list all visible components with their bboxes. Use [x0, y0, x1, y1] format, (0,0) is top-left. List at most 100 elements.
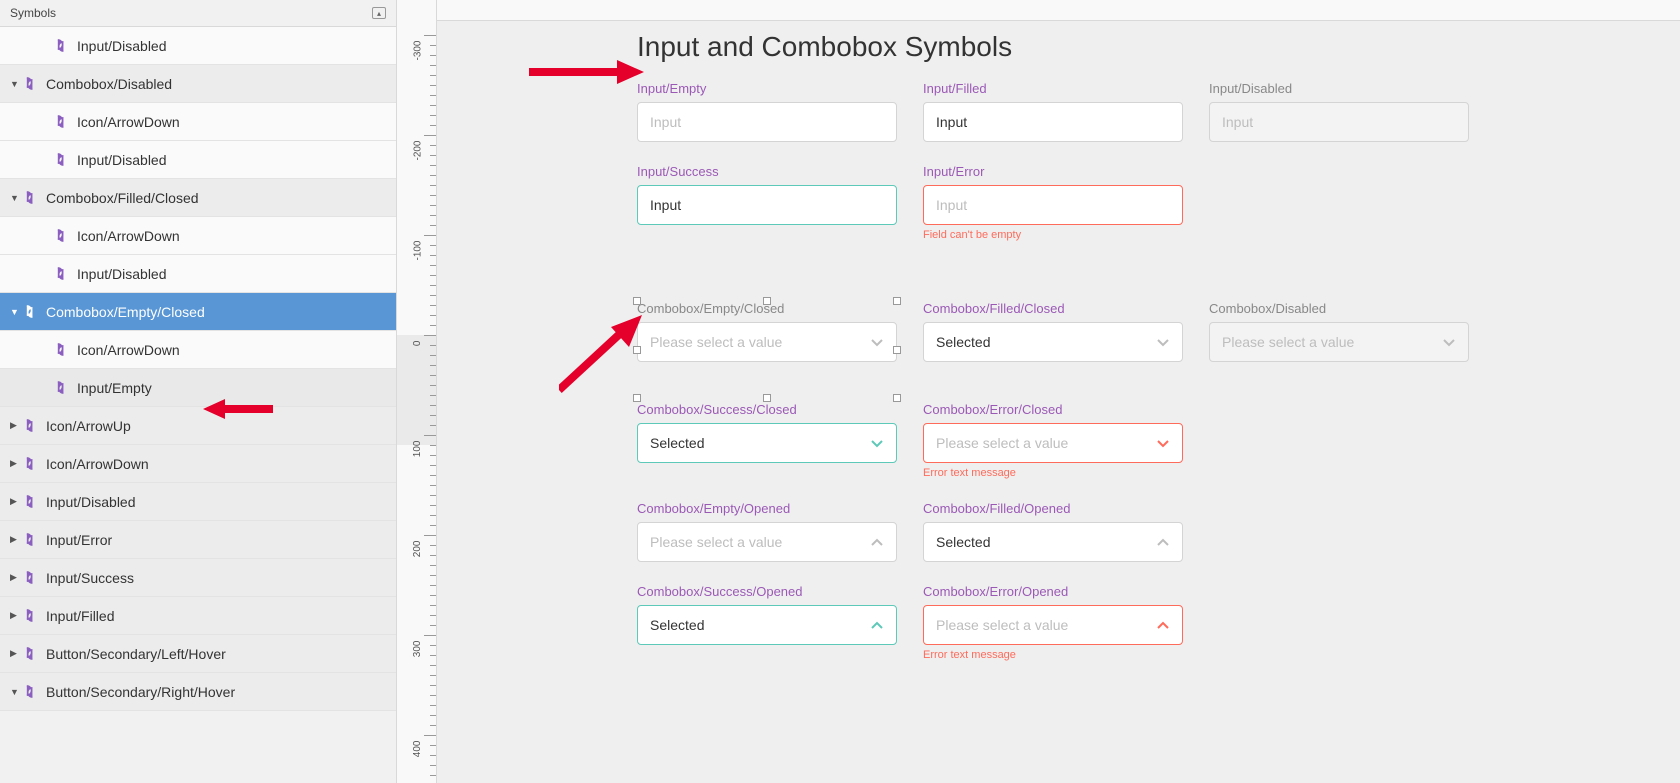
selection-handle[interactable]: [763, 394, 771, 402]
symbol-label: Combobox/Filled/Closed: [923, 301, 1183, 316]
ruler-tick-label: 0: [413, 341, 424, 347]
disclosure-caret-icon[interactable]: ▼: [10, 79, 24, 89]
layer-row[interactable]: ▶Input/Filled: [0, 597, 396, 635]
ruler-tick-label: -200: [413, 141, 424, 161]
combobox-error-opened[interactable]: Please select a value: [923, 605, 1183, 645]
chevron-down-icon: [1156, 436, 1170, 450]
disclosure-caret-icon[interactable]: ▶: [10, 458, 24, 469]
symbol-icon: [24, 494, 46, 509]
layer-row[interactable]: ▶Icon/ArrowDown: [0, 445, 396, 483]
layer-label: Input/Disabled: [77, 266, 167, 282]
selection-handle[interactable]: [633, 297, 641, 305]
layer-label: Button/Secondary/Right/Hover: [46, 684, 235, 700]
canvas[interactable]: Input and Combobox Symbols Input/Empty I…: [437, 0, 1680, 783]
combobox-filled-closed[interactable]: Selected: [923, 322, 1183, 362]
layer-label: Icon/ArrowUp: [46, 418, 131, 434]
layer-row[interactable]: ▶ Input/Success: [0, 559, 396, 597]
combobox-empty-closed[interactable]: Please select a value: [637, 322, 897, 362]
annotation-arrow-icon: [529, 52, 644, 92]
input-success[interactable]: Input: [637, 185, 897, 225]
symbol-icon: [55, 342, 77, 357]
layer-label: Input/Disabled: [46, 494, 136, 510]
combobox-error-closed[interactable]: Please select a value: [923, 423, 1183, 463]
layer-label: Input/Success: [46, 570, 134, 586]
disclosure-caret-icon[interactable]: ▶: [10, 420, 24, 431]
horizontal-ruler: [437, 0, 1680, 21]
symbol-label: Input/Success: [637, 164, 897, 179]
layer-row[interactable]: ▶ Icon/ArrowUp: [0, 407, 396, 445]
layer-row[interactable]: ▶ Input/Error: [0, 521, 396, 559]
layer-row[interactable]: Icon/ArrowDown: [0, 331, 396, 369]
layer-label: Input/Empty: [77, 380, 152, 396]
layer-row[interactable]: Input/Disabled: [0, 255, 396, 293]
combobox-empty-opened[interactable]: Please select a value: [637, 522, 897, 562]
chevron-down-icon: [870, 335, 884, 349]
selection-handle[interactable]: [893, 346, 901, 354]
combobox-success-opened[interactable]: Selected: [637, 605, 897, 645]
symbol-label: Combobox/Filled/Opened: [923, 501, 1183, 516]
disclosure-caret-icon[interactable]: ▶: [10, 496, 24, 507]
layer-row[interactable]: ▼Combobox/Filled/Closed: [0, 179, 396, 217]
selection-handle[interactable]: [893, 297, 901, 305]
layer-row[interactable]: Input/Disabled: [0, 141, 396, 179]
symbol-icon: [24, 418, 46, 433]
symbol-icon: [24, 684, 46, 699]
error-text: Error text message: [923, 649, 1183, 661]
ruler-tick-label: 200: [413, 541, 424, 558]
chevron-down-icon: [870, 436, 884, 450]
symbol-label: Input/Error: [923, 164, 1183, 179]
symbol-label: Combobox/Error/Opened: [923, 584, 1183, 599]
symbol-label: Combobox/Error/Closed: [923, 402, 1183, 417]
input-empty[interactable]: Input: [637, 102, 897, 142]
layer-label: Icon/ArrowDown: [77, 228, 180, 244]
input-error[interactable]: Input: [923, 185, 1183, 225]
symbol-icon: [24, 304, 46, 319]
symbol-icon: [55, 380, 77, 395]
layer-label: Input/Disabled: [77, 38, 167, 54]
annotation-arrow-icon: [203, 395, 273, 426]
disclosure-caret-icon[interactable]: ▼: [10, 307, 24, 317]
layer-label: Combobox/Disabled: [46, 76, 172, 92]
disclosure-caret-icon[interactable]: ▶: [10, 572, 24, 583]
symbol-icon: [55, 266, 77, 281]
disclosure-caret-icon[interactable]: ▶: [10, 610, 24, 621]
symbol-label: Combobox/Success/Opened: [637, 584, 897, 599]
input-filled[interactable]: Input: [923, 102, 1183, 142]
symbol-label: Combobox/Disabled: [1209, 301, 1469, 316]
layer-row[interactable]: ▶Button/Secondary/Left/Hover: [0, 635, 396, 673]
layer-label: Combobox/Empty/Closed: [46, 304, 205, 320]
layer-row[interactable]: ▼ Combobox/Empty/Closed: [0, 293, 396, 331]
combobox-success-closed[interactable]: Selected: [637, 423, 897, 463]
chevron-up-icon: [870, 535, 884, 549]
selection-handle[interactable]: [633, 394, 641, 402]
combobox-filled-opened[interactable]: Selected: [923, 522, 1183, 562]
layer-label: Input/Error: [46, 532, 112, 548]
disclosure-caret-icon[interactable]: ▶: [10, 648, 24, 659]
collapse-panel-icon[interactable]: [372, 7, 386, 19]
chevron-up-icon: [1156, 618, 1170, 632]
combobox-disabled: Please select a value: [1209, 322, 1469, 362]
selection-handle[interactable]: [763, 297, 771, 305]
selection-handle[interactable]: [893, 394, 901, 402]
layer-row[interactable]: Icon/ArrowDown: [0, 217, 396, 255]
disclosure-caret-icon[interactable]: ▶: [10, 534, 24, 545]
layers-panel-header: Symbols: [0, 0, 396, 27]
layer-row[interactable]: ▼ Button/Secondary/Right/Hover: [0, 673, 396, 711]
annotation-arrow-icon: [559, 315, 644, 395]
layer-row[interactable]: Icon/ArrowDown: [0, 103, 396, 141]
chevron-up-icon: [870, 618, 884, 632]
layer-row[interactable]: ▼ Combobox/Disabled: [0, 65, 396, 103]
error-text: Field can't be empty: [923, 229, 1183, 241]
symbol-icon: [55, 114, 77, 129]
ruler-tick-label: 100: [413, 441, 424, 458]
disclosure-caret-icon[interactable]: ▼: [10, 193, 24, 203]
ruler-tick-label: -300: [413, 41, 424, 61]
layer-row[interactable]: Input/Empty: [0, 369, 396, 407]
disclosure-caret-icon[interactable]: ▼: [10, 687, 24, 697]
layer-row[interactable]: Input/Disabled: [0, 27, 396, 65]
layer-label: Icon/ArrowDown: [77, 342, 180, 358]
layer-label: Input/Disabled: [77, 152, 167, 168]
layer-row[interactable]: ▶ Input/Disabled: [0, 483, 396, 521]
symbol-icon: [24, 190, 46, 205]
symbol-label: Combobox/Empty/Opened: [637, 501, 897, 516]
